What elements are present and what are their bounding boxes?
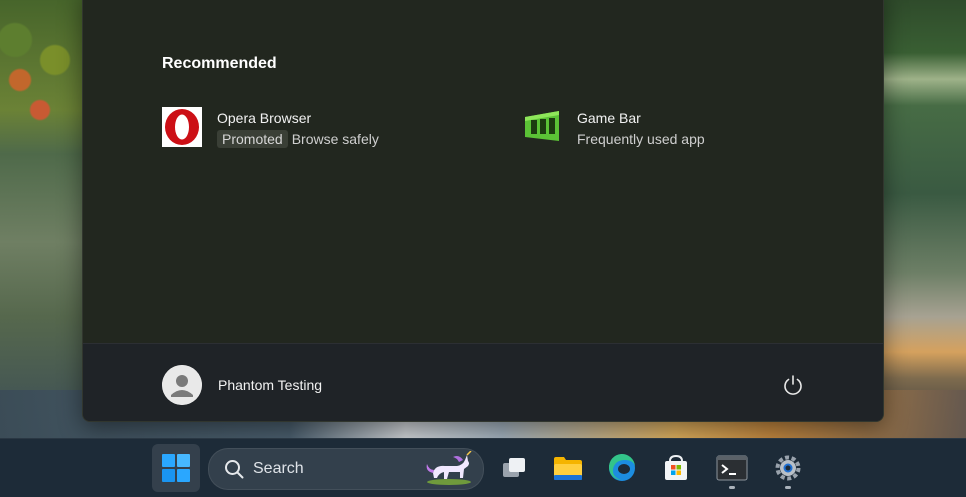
file-explorer-button[interactable] bbox=[544, 444, 592, 492]
edge-button[interactable] bbox=[598, 444, 646, 492]
recommended-item-name: Game Bar bbox=[577, 110, 641, 126]
user-avatar-icon[interactable] bbox=[162, 365, 202, 405]
recommended-item-game-bar[interactable]: Game Bar Frequently used app bbox=[522, 107, 705, 148]
search-placeholder: Search bbox=[253, 460, 304, 477]
game-bar-icon bbox=[522, 107, 562, 147]
store-icon bbox=[665, 454, 687, 480]
wallpaper-left-scenery bbox=[0, 0, 90, 440]
wallpaper-right-scenery bbox=[880, 0, 966, 440]
running-indicator bbox=[785, 486, 791, 489]
promoted-badge: Promoted bbox=[217, 130, 288, 148]
edge-icon bbox=[608, 453, 635, 481]
power-icon bbox=[784, 375, 802, 395]
start-menu-footer: Phantom Testing bbox=[83, 343, 883, 421]
recommended-heading: Recommended bbox=[162, 55, 277, 72]
power-button[interactable] bbox=[779, 371, 807, 399]
windows-start-icon bbox=[162, 454, 190, 482]
terminal-button[interactable] bbox=[708, 444, 756, 492]
opera-icon bbox=[162, 107, 202, 147]
search-icon bbox=[225, 460, 244, 479]
file-explorer-icon bbox=[554, 457, 582, 480]
start-button[interactable] bbox=[152, 444, 200, 492]
unicorn-search-highlight-icon bbox=[426, 451, 472, 485]
settings-gear-icon bbox=[775, 455, 801, 481]
settings-button[interactable] bbox=[764, 444, 812, 492]
taskbar: Search bbox=[0, 438, 966, 497]
running-indicator bbox=[729, 486, 735, 489]
task-view-button[interactable] bbox=[490, 444, 538, 492]
user-name[interactable]: Phantom Testing bbox=[218, 377, 322, 393]
recommended-item-name: Opera Browser bbox=[217, 110, 312, 126]
start-menu: Recommended Opera Browser Promoted Browse… bbox=[82, 0, 884, 422]
recommended-item-opera[interactable]: Opera Browser Promoted Browse safely bbox=[162, 107, 379, 148]
terminal-icon bbox=[716, 455, 748, 481]
task-view-icon bbox=[503, 458, 525, 477]
recommended-item-subtitle: Browse safely bbox=[291, 131, 379, 147]
store-button[interactable] bbox=[652, 444, 700, 492]
recommended-item-subtitle: Frequently used app bbox=[577, 131, 705, 147]
taskbar-search-box[interactable]: Search bbox=[208, 448, 484, 490]
